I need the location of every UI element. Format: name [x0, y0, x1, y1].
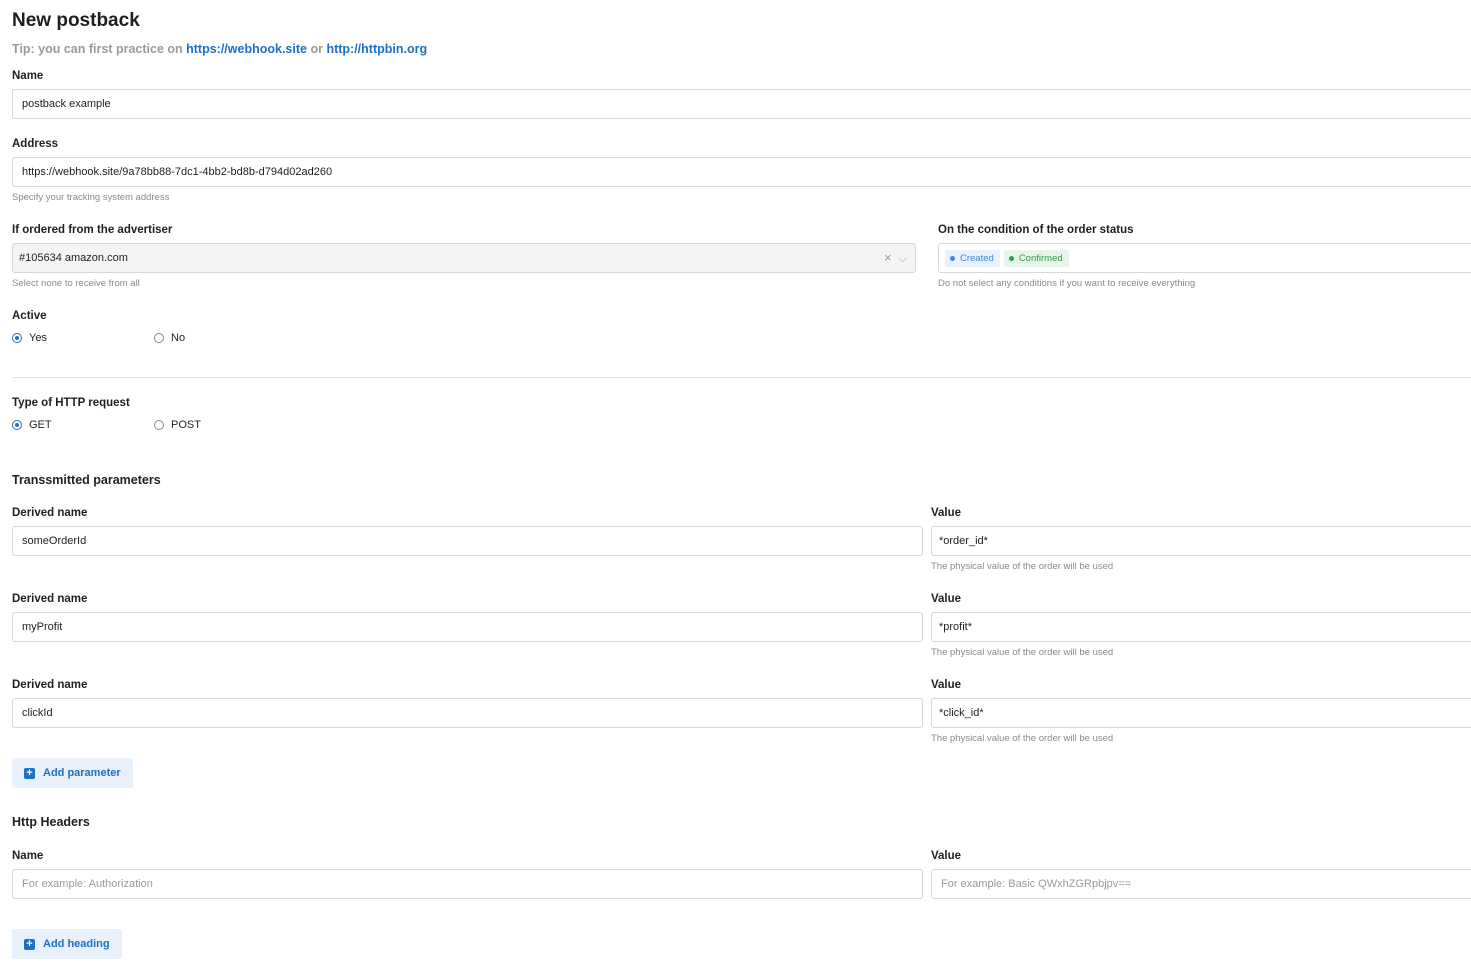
radio-unchecked-icon	[154, 420, 164, 430]
address-label: Address	[12, 138, 59, 150]
http-type-label: Type of HTTP request	[12, 397, 130, 409]
status-chip-label: Created	[960, 252, 994, 264]
header-name-input[interactable]	[12, 869, 923, 899]
derived-name-label: Derived name	[12, 507, 88, 519]
param-value-hint: The physical value of the order will be …	[931, 561, 1114, 572]
httpbin-link[interactable]: http://httpbin.org	[326, 42, 427, 56]
address-hint: Specify your tracking system address	[12, 192, 170, 203]
derived-name-label: Derived name	[12, 593, 88, 605]
http-radio-post[interactable]: POST	[154, 419, 201, 431]
tip-or: or	[310, 42, 323, 56]
radio-checked-icon	[12, 333, 22, 343]
webhook-site-link[interactable]: https://webhook.site	[186, 42, 307, 56]
radio-label: POST	[171, 419, 201, 431]
section-divider	[12, 377, 1471, 378]
derived-name-label: Derived name	[12, 679, 88, 691]
name-input[interactable]	[12, 89, 1471, 119]
header-value-label: Value	[931, 850, 962, 862]
radio-label: Yes	[29, 332, 47, 344]
status-chip-label: Confirmed	[1018, 252, 1063, 264]
plus-icon: +	[24, 767, 35, 779]
active-label: Active	[12, 310, 47, 322]
params-section-title: Transsmitted parameters	[12, 473, 161, 487]
active-radio-no[interactable]: No	[154, 332, 185, 344]
status-chip-created[interactable]: Created	[945, 249, 1000, 267]
param-value-hint: The physical value of the order will be …	[931, 733, 1114, 744]
active-radio-yes[interactable]: Yes	[12, 332, 47, 344]
advertiser-selected-value: #105634 amazon.com	[19, 252, 128, 264]
param-value-hint: The physical value of the order will be …	[931, 647, 1114, 658]
address-input[interactable]	[12, 157, 1471, 187]
param-value-label: Value	[931, 593, 962, 605]
add-heading-button[interactable]: + Add heading	[12, 929, 122, 959]
radio-unchecked-icon	[154, 333, 164, 343]
radio-label: No	[171, 332, 186, 344]
headers-section-title: Http Headers	[12, 815, 90, 829]
chevron-down-icon[interactable]: ⌵	[899, 253, 907, 265]
param-value-input[interactable]	[931, 698, 1471, 728]
created-dot-icon	[950, 255, 955, 261]
add-parameter-label: Add parameter	[43, 767, 121, 779]
param-value-label: Value	[931, 507, 962, 519]
tip-prefix: Tip: you can first practice on	[12, 42, 183, 56]
order-status-hint: Do not select any conditions if you want…	[938, 278, 1196, 289]
derived-name-input[interactable]	[12, 698, 923, 728]
order-status-select[interactable]: Created Confirmed	[938, 243, 1471, 273]
clear-icon[interactable]: ×	[884, 250, 892, 265]
advertiser-select[interactable]: #105634 amazon.com × ⌵	[12, 243, 916, 273]
order-status-label: On the condition of the order status	[938, 224, 1134, 236]
http-radio-get[interactable]: GET	[12, 419, 52, 431]
confirmed-dot-icon	[1008, 255, 1014, 261]
advertiser-label: If ordered from the advertiser	[12, 224, 173, 236]
radio-checked-icon	[12, 420, 22, 430]
param-value-input[interactable]	[931, 612, 1471, 642]
page-title: New postback	[12, 10, 140, 31]
header-name-label: Name	[12, 850, 44, 862]
derived-name-input[interactable]	[12, 612, 923, 642]
radio-label: GET	[29, 419, 52, 431]
header-value-input[interactable]	[931, 869, 1471, 899]
derived-name-input[interactable]	[12, 526, 923, 556]
add-parameter-button[interactable]: + Add parameter	[12, 758, 133, 788]
add-heading-label: Add heading	[43, 938, 110, 950]
param-value-input[interactable]	[931, 526, 1471, 556]
status-chip-confirmed[interactable]: Confirmed	[1003, 249, 1069, 267]
name-label: Name	[12, 70, 44, 82]
advertiser-hint: Select none to receive from all	[12, 278, 140, 289]
param-value-label: Value	[931, 679, 962, 691]
tip-text: Tip: you can first practice on https://w…	[12, 42, 427, 56]
plus-icon: +	[24, 938, 35, 950]
